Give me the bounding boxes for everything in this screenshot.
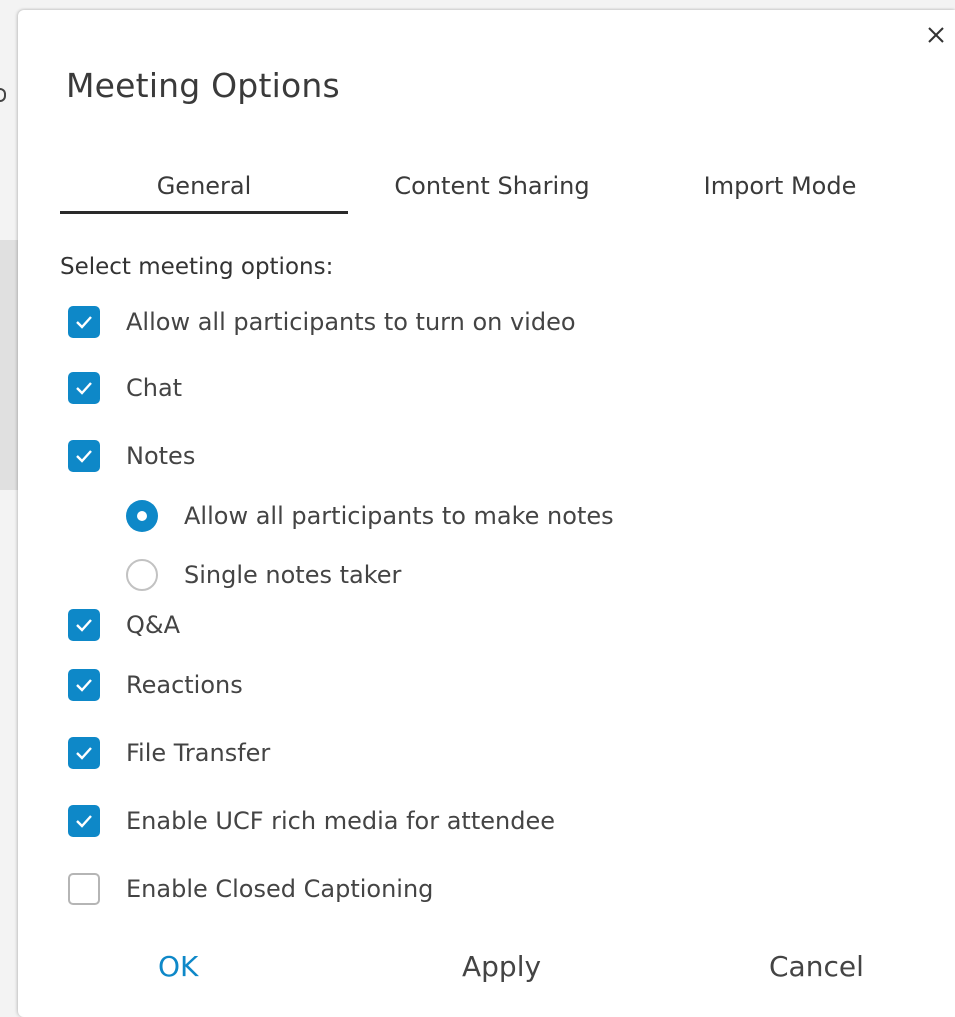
section-label: Select meeting options:: [60, 254, 334, 280]
option-closed-captioning[interactable]: Enable Closed Captioning: [68, 873, 433, 905]
cancel-button[interactable]: Cancel: [769, 950, 864, 983]
option-qa[interactable]: Q&A: [68, 609, 180, 641]
tab-label: General: [156, 172, 252, 200]
radio-label: Single notes taker: [184, 561, 402, 589]
tab-label: Content Sharing: [394, 172, 590, 200]
option-label: Enable UCF rich media for attendee: [126, 807, 555, 835]
option-label: Reactions: [126, 671, 243, 699]
option-allow-video[interactable]: Allow all participants to turn on video: [68, 306, 576, 338]
tab-bar: General Content Sharing Import Mode: [60, 168, 924, 214]
checkmark-icon: [76, 679, 92, 692]
radio-selected[interactable]: [126, 500, 158, 532]
option-label: Chat: [126, 374, 183, 402]
checkmark-icon: [76, 815, 92, 828]
radio-single-notes-taker[interactable]: Single notes taker: [126, 559, 401, 591]
checkbox-checked[interactable]: [68, 609, 100, 641]
dialog-title: Meeting Options: [66, 66, 340, 105]
checkbox-checked[interactable]: [68, 805, 100, 837]
option-notes[interactable]: Notes: [68, 440, 195, 472]
apply-button[interactable]: Apply: [462, 950, 541, 983]
checkmark-icon: [76, 382, 92, 395]
option-label: Notes: [126, 442, 196, 470]
partial-icon: [0, 88, 6, 102]
radio-label: Allow all participants to make notes: [184, 502, 614, 530]
background-panel-edge: [0, 240, 18, 490]
option-chat[interactable]: Chat: [68, 372, 182, 404]
checkmark-icon: [76, 747, 92, 760]
checkbox-checked[interactable]: [68, 306, 100, 338]
ok-button[interactable]: OK: [158, 950, 198, 983]
option-label: Allow all participants to turn on video: [126, 308, 576, 336]
radio-unselected[interactable]: [126, 559, 158, 591]
option-label: Q&A: [126, 611, 181, 639]
option-label: File Transfer: [126, 739, 271, 767]
close-icon: [928, 27, 944, 43]
option-ucf-rich-media[interactable]: Enable UCF rich media for attendee: [68, 805, 555, 837]
option-reactions[interactable]: Reactions: [68, 669, 243, 701]
option-label: Enable Closed Captioning: [126, 875, 434, 903]
checkbox-checked[interactable]: [68, 737, 100, 769]
checkmark-icon: [76, 619, 92, 632]
radio-allow-all-notes[interactable]: Allow all participants to make notes: [126, 500, 614, 532]
tab-import-mode[interactable]: Import Mode: [636, 168, 924, 214]
checkmark-icon: [76, 316, 92, 329]
option-file-transfer[interactable]: File Transfer: [68, 737, 270, 769]
close-button[interactable]: [925, 24, 947, 46]
checkmark-icon: [76, 450, 92, 463]
tab-content-sharing[interactable]: Content Sharing: [348, 168, 636, 214]
checkbox-checked[interactable]: [68, 372, 100, 404]
checkbox-checked[interactable]: [68, 669, 100, 701]
dialog-footer: OK Apply Cancel: [18, 950, 955, 994]
meeting-options-dialog: Meeting Options General Content Sharing …: [18, 10, 955, 1017]
tab-general[interactable]: General: [60, 168, 348, 214]
checkbox-checked[interactable]: [68, 440, 100, 472]
tab-label: Import Mode: [703, 172, 857, 200]
checkbox-unchecked[interactable]: [68, 873, 100, 905]
